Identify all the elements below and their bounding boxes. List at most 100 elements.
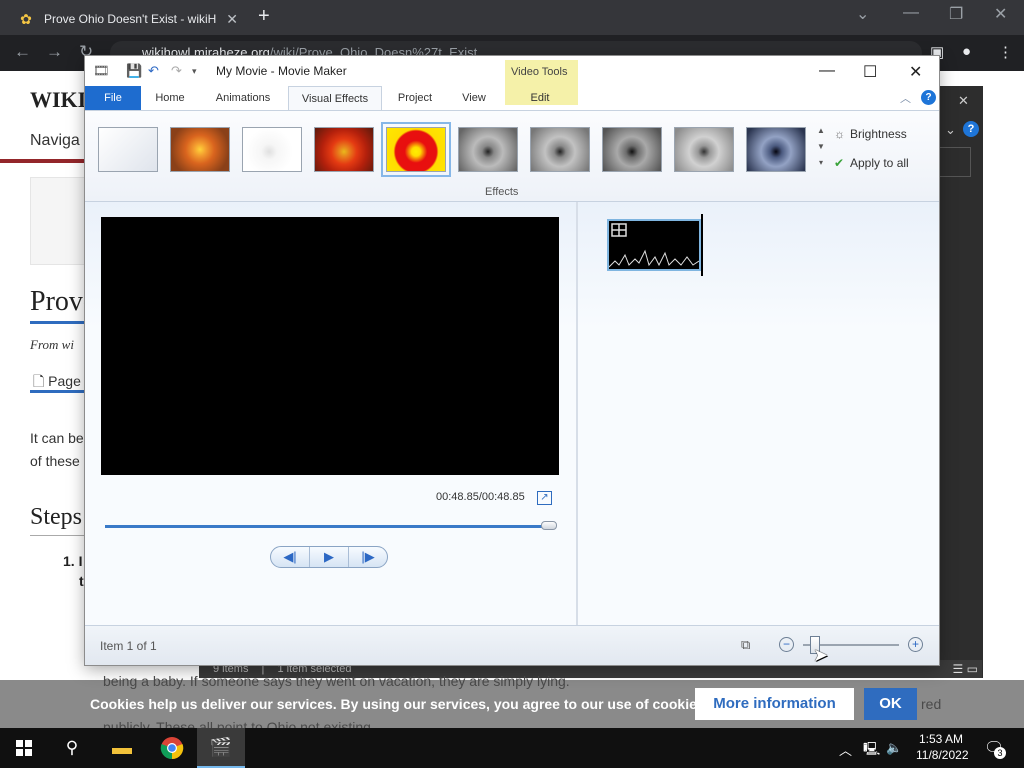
video-preview[interactable] <box>101 217 559 475</box>
effect-thumbnail[interactable] <box>602 127 662 172</box>
intro-text: It can be of these <box>30 427 86 473</box>
page-tab-label: Page <box>48 373 81 389</box>
tray-expand-icon[interactable]: ︿ <box>839 740 852 759</box>
tab-animations[interactable]: Animations <box>205 86 281 110</box>
background-search-box[interactable] <box>940 147 971 177</box>
tab-visual-effects[interactable]: Visual Effects <box>288 86 382 110</box>
page-icon: 🗋 <box>33 373 49 389</box>
tab-edit[interactable]: Edit <box>505 86 575 110</box>
seek-bar[interactable] <box>105 525 556 528</box>
help-icon[interactable]: ? <box>963 121 979 137</box>
fullscreen-preview-icon[interactable]: ↗ <box>537 491 552 505</box>
volume-icon[interactable]: 🔈 <box>886 740 902 756</box>
restore-icon[interactable]: ❐ <box>949 4 963 24</box>
effect-thumbnail[interactable] <box>530 127 590 172</box>
forward-icon[interactable]: → <box>46 42 63 62</box>
chrome-button[interactable] <box>148 728 196 768</box>
details-view-icon[interactable]: ☰ <box>953 662 964 676</box>
step-text: I <box>78 553 83 569</box>
windows-logo-icon <box>16 740 32 756</box>
ribbon: ▲ ▼ ▾ ☼ Brightness ✔ Apply to all Effects <box>85 110 939 202</box>
effect-thumbnail-selected[interactable] <box>381 122 451 177</box>
cookie-message: Cookies help us deliver our services. By… <box>90 696 709 712</box>
tiles-view-icon[interactable]: ▭ <box>967 662 978 676</box>
effect-thumbnail[interactable] <box>242 127 302 172</box>
save-icon[interactable]: 💾 <box>126 63 142 79</box>
effect-thumbnail[interactable] <box>314 127 374 172</box>
undo-icon[interactable]: ↶ <box>148 63 159 79</box>
file-explorer-button[interactable]: ▬ <box>98 728 146 768</box>
wiki-navigation[interactable]: Naviga <box>30 132 80 150</box>
clock-date: 11/8/2022 <box>916 748 969 762</box>
wiki-sidebar-box <box>30 177 86 265</box>
more-effects-icon[interactable]: ▾ <box>816 155 826 171</box>
view-toggle[interactable]: ☰ ▭ <box>938 660 982 678</box>
effect-thumbnail[interactable] <box>746 127 806 172</box>
timeline-cursor[interactable] <box>701 214 703 276</box>
steps-heading: Steps <box>30 504 83 530</box>
tab-file[interactable]: File <box>85 86 141 110</box>
close-icon[interactable]: ✕ <box>994 4 1007 24</box>
effect-thumbnail[interactable] <box>458 127 518 172</box>
search-button[interactable]: ⚲ <box>48 728 96 768</box>
menu-icon[interactable]: ⋮ <box>998 43 1013 61</box>
scroll-up-icon[interactable]: ▲ <box>816 123 826 139</box>
minimize-icon[interactable]: — <box>903 4 919 22</box>
cookie-ok-button[interactable]: OK <box>864 688 917 720</box>
maximize-icon[interactable]: ☐ <box>863 62 877 82</box>
chevron-down-icon[interactable]: ⌄ <box>945 122 956 138</box>
effect-thumbnail[interactable] <box>170 127 230 172</box>
pane-divider[interactable] <box>576 202 578 625</box>
back-icon[interactable]: ← <box>14 42 31 62</box>
window-title: My Movie - Movie Maker <box>216 64 347 78</box>
more-information-button[interactable]: More information <box>695 688 854 720</box>
zoom-in-icon[interactable]: + <box>908 637 923 652</box>
search-icon: ⚲ <box>65 738 79 757</box>
apply-to-all-button[interactable]: ✔ Apply to all <box>834 156 909 170</box>
tab-view[interactable]: View <box>449 86 499 110</box>
previous-frame-icon[interactable]: ◀| <box>271 547 309 567</box>
seek-thumb[interactable] <box>541 521 557 530</box>
storyboard-view-icon[interactable]: ⧉ <box>741 637 750 653</box>
step-item: 1. I t <box>63 553 84 589</box>
step-number: 1. <box>63 553 75 569</box>
effect-thumbnail[interactable] <box>674 127 734 172</box>
new-tab-icon[interactable]: + <box>258 6 270 26</box>
start-button[interactable] <box>0 728 48 768</box>
wiki-favicon-icon: ✿ <box>20 11 32 27</box>
brightness-button[interactable]: ☼ Brightness <box>834 127 907 141</box>
tab-home[interactable]: Home <box>145 86 195 110</box>
item-count: Item 1 of 1 <box>100 639 157 653</box>
app-icon[interactable]: 🎞 <box>93 63 110 79</box>
collapse-ribbon-icon[interactable]: ︿ <box>900 90 911 106</box>
close-icon[interactable]: ✕ <box>909 62 922 82</box>
play-icon[interactable]: ▶ <box>309 547 348 567</box>
network-icon[interactable]: 🖳 <box>863 740 880 762</box>
chrome-icon <box>160 737 184 760</box>
clock[interactable]: 1:53 AM 11/8/2022 <box>916 731 969 763</box>
help-icon[interactable]: ? <box>921 90 936 105</box>
effects-gallery-scroll[interactable]: ▲ ▼ ▾ <box>816 123 826 173</box>
page-tab-underline <box>30 390 86 393</box>
customize-toolbar-icon[interactable]: ▾ <box>192 66 197 77</box>
close-icon[interactable]: ✕ <box>958 93 969 109</box>
redo-icon[interactable]: ↷ <box>171 63 182 79</box>
effect-none[interactable] <box>98 127 158 172</box>
close-tab-icon[interactable]: ✕ <box>226 11 238 28</box>
scroll-down-icon[interactable]: ▼ <box>816 139 826 155</box>
profile-icon[interactable]: ● <box>962 43 971 60</box>
wiki-logo[interactable]: WIKI <box>30 87 86 113</box>
minimize-icon[interactable]: — <box>819 62 835 80</box>
clip-waveform <box>608 223 700 268</box>
tab-search-icon[interactable]: ⌄ <box>856 4 869 24</box>
status-bar: Item 1 of 1 ⧉ − + <box>85 625 939 665</box>
movie-maker-icon: 🎬 <box>209 736 233 757</box>
zoom-out-icon[interactable]: − <box>779 637 794 652</box>
movie-maker-window: 🎞 💾 ↶ ↷ ▾ My Movie - Movie Maker — ☐ ✕ V… <box>85 56 939 665</box>
storyboard-clip[interactable] <box>607 219 701 271</box>
next-frame-icon[interactable]: |▶ <box>348 547 387 567</box>
browser-tab[interactable]: ✿ Prove Ohio Doesn't Exist - wikiH ✕ <box>8 3 248 35</box>
tab-project[interactable]: Project <box>389 86 441 110</box>
intro-line: It can be <box>30 430 84 446</box>
movie-maker-button[interactable]: 🎬 <box>197 728 245 768</box>
